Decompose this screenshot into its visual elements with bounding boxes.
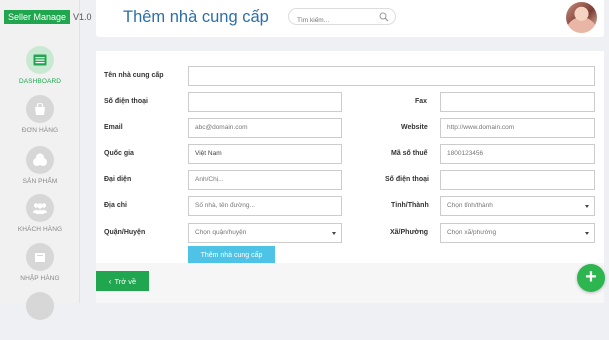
plus-icon: + (585, 266, 597, 288)
rep-phone-field[interactable] (440, 170, 595, 190)
district-select-value: Chọn quận/huyện (195, 229, 247, 236)
sidebar-item-import[interactable]: NHẬP HÀNG (0, 243, 80, 291)
sidebar-item-label: KHÁCH HÀNG (17, 226, 63, 233)
sidebar-item-products[interactable]: SẢN PHẨM (0, 146, 80, 194)
sidebar-item-label: NHẬP HÀNG (20, 275, 60, 282)
chevron-down-icon (332, 232, 336, 235)
sidebar-item-more[interactable] (0, 292, 80, 340)
tax-code-field[interactable]: 1800123456 (440, 144, 595, 164)
representative-field[interactable]: Anh/Chị... (188, 170, 342, 190)
phone-label: Số điện thoại (104, 98, 148, 105)
header: Thêm nhà cung cấp (96, 0, 604, 37)
search-icon[interactable] (379, 12, 389, 22)
ward-select-value: Chọn xã/phường (447, 229, 497, 236)
website-label: Website (401, 124, 428, 131)
app-version: V1.0 (73, 12, 92, 22)
chevron-down-icon (585, 205, 589, 208)
ward-label: Xã/Phường (390, 229, 429, 236)
phone-field[interactable] (188, 92, 342, 112)
sidebar-item-orders[interactable]: ĐƠN HÀNG (0, 95, 80, 143)
supplier-name-field[interactable] (188, 66, 595, 86)
province-select-value: Chọn tỉnh/thành (447, 202, 493, 209)
chevron-down-icon (585, 232, 589, 235)
users-icon (26, 194, 54, 222)
add-fab-button[interactable]: + (577, 264, 605, 292)
page-title: Thêm nhà cung cấp (123, 8, 269, 26)
country-field[interactable]: Việt Nam (188, 144, 342, 164)
province-select[interactable]: Chọn tỉnh/thành (440, 196, 595, 216)
sidebar-item-label: DASHBOARD (18, 78, 62, 85)
brand-logo: Seller Manage (4, 10, 71, 24)
representative-label: Đại diện (104, 176, 132, 183)
sidebar: Seller Manage V1.0 DASHBOARD ĐƠN HÀNG SẢ… (0, 0, 92, 320)
email-label: Email (104, 124, 123, 131)
district-select[interactable]: Chọn quận/huyện (188, 223, 342, 243)
tax-code-label: Mã số thuế (391, 150, 428, 157)
back-button-label: Trở về (114, 276, 137, 286)
back-button[interactable]: ‹ Trở về (96, 271, 149, 291)
ward-select[interactable]: Chọn xã/phường (440, 223, 595, 243)
sidebar-item-customers[interactable]: KHÁCH HÀNG (0, 194, 80, 242)
supplier-name-label: Tên nhà cung cấp (104, 72, 164, 79)
address-field[interactable]: Số nhà, tên đường... (188, 196, 342, 216)
sidebar-item-dashboard[interactable]: DASHBOARD (0, 46, 80, 94)
footer-bar: ‹ Trở về (96, 263, 604, 303)
rep-phone-label: Số điện thoại (385, 176, 429, 183)
products-icon (26, 146, 54, 174)
search-input[interactable] (297, 13, 379, 28)
import-icon (26, 243, 54, 271)
address-label: Địa chỉ (104, 202, 127, 209)
email-field[interactable]: abc@domain.com (188, 118, 342, 138)
shopping-bag-icon (26, 95, 54, 123)
fax-field[interactable] (440, 92, 595, 112)
avatar[interactable] (566, 2, 597, 33)
supplier-form: Tên nhà cung cấp Số điện thoại Fax Email… (96, 51, 604, 266)
brand: Seller Manage V1.0 (4, 9, 92, 25)
dashboard-icon (26, 46, 54, 74)
country-label: Quốc gia (104, 150, 134, 157)
search-box[interactable] (288, 8, 396, 28)
website-field[interactable]: http://www.domain.com (440, 118, 595, 138)
province-label: Tỉnh/Thành (391, 202, 429, 209)
sidebar-item-label: ĐƠN HÀNG (21, 127, 59, 134)
more-icon (26, 292, 54, 320)
district-label: Quận/Huyện (104, 229, 146, 236)
sidebar-item-label: SẢN PHẨM (22, 178, 58, 185)
chevron-left-icon: ‹ (108, 276, 112, 286)
fax-label: Fax (415, 98, 428, 105)
